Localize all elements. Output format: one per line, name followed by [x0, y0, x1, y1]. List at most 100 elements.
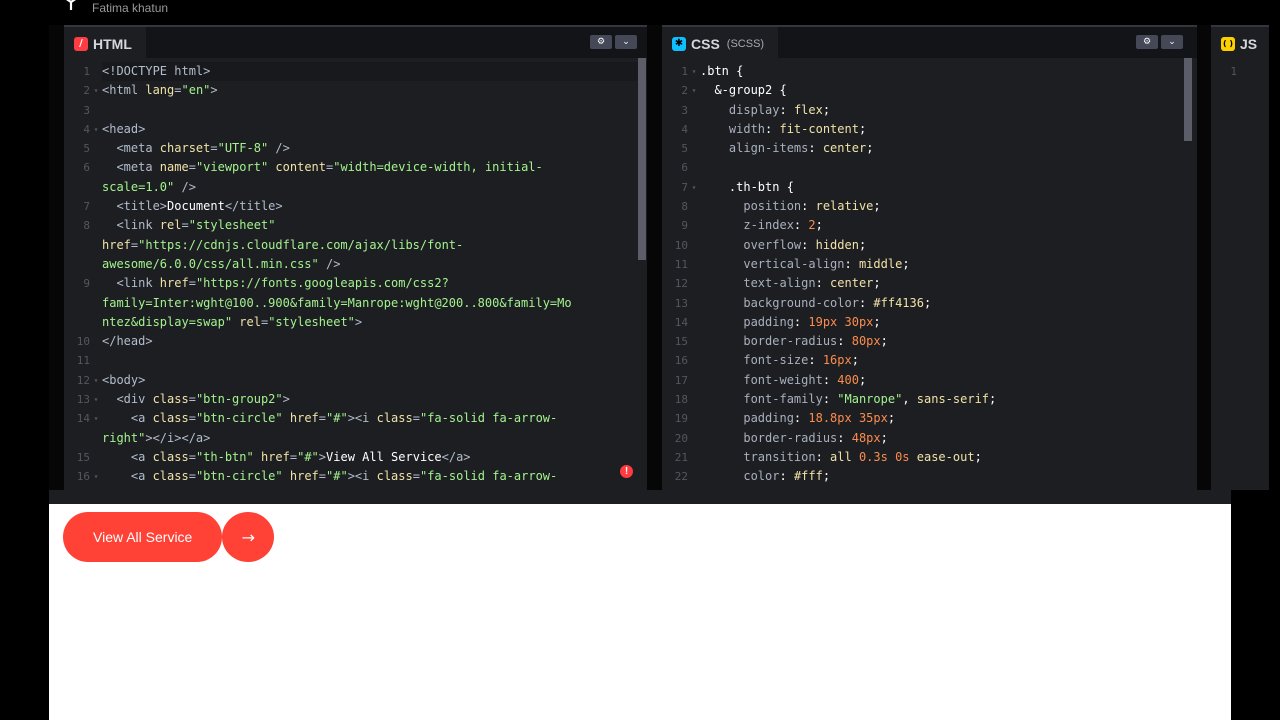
code-line[interactable]: 12 ▾ <body>: [64, 371, 647, 390]
fold-toggle-icon[interactable]: ▾: [90, 409, 102, 428]
tab-html[interactable]: / HTML: [64, 25, 146, 60]
code-line[interactable]: 16 font-size: 16px;: [662, 351, 1197, 370]
code-token: =: [181, 218, 189, 233]
author-name[interactable]: Fatima khatun: [92, 1, 168, 15]
html-error-icon[interactable]: !: [620, 465, 633, 478]
fold-toggle-icon[interactable]: ▾: [688, 81, 700, 100]
code-line[interactable]: 22 color: #fff;: [662, 467, 1197, 486]
code-line[interactable]: 11: [64, 351, 647, 370]
js-code-editor[interactable]: 1: [1211, 58, 1269, 490]
code-line[interactable]: 6: [662, 158, 1197, 177]
code-line[interactable]: 9 z-index: 2;: [662, 216, 1197, 235]
code-line[interactable]: 6 <meta name="viewport" content="width=d…: [64, 158, 647, 177]
code-line[interactable]: 18 font-family: "Manrope", sans-serif;: [662, 390, 1197, 409]
html-scrollbar[interactable]: [638, 58, 646, 260]
code-token: "https://fonts.googleapis.com/css2?: [195, 276, 449, 291]
code-line[interactable]: 17 font-weight: 400;: [662, 371, 1197, 390]
code-line[interactable]: href="https://cdnjs.cloudflare.com/ajax/…: [64, 236, 647, 255]
code-token: "stylesheet": [268, 314, 355, 329]
code-line[interactable]: 4 width: fit-content;: [662, 120, 1197, 139]
html-settings-gear-icon[interactable]: ⚙: [590, 35, 612, 49]
code-line[interactable]: 8 position: relative;: [662, 197, 1197, 216]
code-line[interactable]: 3 display: flex;: [662, 101, 1197, 120]
code-token: class: [152, 469, 189, 484]
line-number: [64, 178, 90, 197]
fold-toggle-icon[interactable]: ▾: [90, 81, 102, 100]
code-line[interactable]: 20 border-radius: 48px;: [662, 429, 1197, 448]
code-line[interactable]: 12 text-align: center;: [662, 274, 1197, 293]
code-line[interactable]: 14 padding: 19px 30px;: [662, 313, 1197, 332]
code-token: color: [700, 469, 780, 484]
code-line[interactable]: 15 border-radius: 80px;: [662, 332, 1197, 351]
code-line[interactable]: 1 ▾ .btn {: [662, 62, 1197, 81]
html-code-editor[interactable]: 1 <!DOCTYPE html> 2 ▾ <html lang="en"> 3 4 ▾ <he…: [64, 58, 647, 490]
code-line[interactable]: 5 align-items: center;: [662, 139, 1197, 158]
css-collapse-chevron-down-icon[interactable]: ⌄: [1161, 35, 1183, 49]
code-token: "width=device-width, initial-: [333, 160, 543, 175]
code-line[interactable]: 10 overflow: hidden;: [662, 236, 1197, 255]
fold-toggle-icon[interactable]: ▾: [688, 178, 700, 197]
css-code-editor[interactable]: 1 ▾ .btn {2 ▾ &-group2 {3 display: flex; 4 w…: [662, 58, 1197, 490]
css-scrollbar[interactable]: [1184, 58, 1192, 141]
code-line[interactable]: 19 padding: 18.8px 35px;: [662, 409, 1197, 428]
css-settings-gear-icon[interactable]: ⚙: [1136, 35, 1158, 49]
fold-toggle-icon: [688, 216, 700, 235]
code-line[interactable]: 1 <!DOCTYPE html>: [64, 62, 647, 82]
code-line[interactable]: scale=1.0" />: [64, 178, 647, 197]
code-line[interactable]: 3: [64, 101, 647, 120]
fold-toggle-icon[interactable]: ▾: [90, 467, 102, 486]
tab-css[interactable]: ✱ CSS (SCSS): [662, 25, 779, 60]
code-line[interactable]: 16 ▾ <a class="btn-circle" href="#"><i cl…: [64, 467, 647, 486]
fold-toggle-icon[interactable]: ▾: [90, 390, 102, 409]
code-token: font-size: [700, 353, 809, 368]
code-token: />: [174, 179, 196, 194]
html-collapse-chevron-down-icon[interactable]: ⌄: [615, 35, 637, 49]
code-line[interactable]: awesome/6.0.0/css/all.min.css" />: [64, 255, 647, 274]
code-token: "https://cdnjs.cloudflare.com/ajax/libs/…: [138, 237, 464, 252]
code-text: display: flex;: [700, 101, 1197, 120]
code-line[interactable]: 13 background-color: #ff4136;: [662, 294, 1197, 313]
code-token: :: [815, 449, 831, 464]
arrow-right-icon[interactable]: →: [222, 512, 275, 562]
code-text: awesome/6.0.0/css/all.min.css" />: [102, 255, 647, 274]
codepen-cube-icon[interactable]: [56, 0, 86, 10]
code-token: href: [102, 237, 131, 252]
code-line[interactable]: 7 <title>Document</title>: [64, 197, 647, 216]
code-line[interactable]: 2 ▾ &-group2 {: [662, 81, 1197, 100]
code-line[interactable]: 14 ▾ <a class="btn-circle" href="#"><i cl…: [64, 409, 647, 428]
code-token: transition: [700, 449, 816, 464]
code-line[interactable]: 10 </head>: [64, 332, 647, 351]
line-number: 11: [674, 257, 688, 271]
code-token: border-radius: [700, 334, 838, 349]
code-token: all: [830, 449, 859, 464]
resize-divider[interactable]: [49, 490, 1231, 504]
css-preprocessor-label: (SCSS): [726, 37, 765, 50]
fold-toggle-icon: [688, 448, 700, 467]
fold-toggle-icon[interactable]: ▾: [90, 371, 102, 390]
code-line[interactable]: 7 ▾ .th-btn {: [662, 178, 1197, 197]
code-line[interactable]: 11 vertical-align: middle;: [662, 255, 1197, 274]
code-line[interactable]: ntez&display=swap" rel="stylesheet">: [64, 313, 647, 332]
code-line[interactable]: right"></i></a>: [64, 429, 647, 448]
code-token: 0.3s 0s: [858, 449, 910, 464]
code-line[interactable]: 21 transition: all 0.3s 0s ease-out;: [662, 448, 1197, 467]
code-line[interactable]: 13 ▾ <div class="btn-group2">: [64, 390, 647, 409]
code-token: :: [793, 314, 809, 329]
code-token: rel: [159, 218, 182, 233]
code-token: =: [318, 411, 327, 426]
code-line[interactable]: 5 <meta charset="UTF-8" />: [64, 139, 647, 158]
code-line[interactable]: 15 <a class="th-btn" href="#">View All S…: [64, 448, 647, 467]
code-text: <title>Document</title>: [102, 197, 647, 216]
code-line[interactable]: family=Inter:wght@100..900&family=Manrop…: [64, 294, 647, 313]
code-line[interactable]: 1: [1211, 62, 1269, 81]
code-line[interactable]: 2 ▾ <html lang="en">: [64, 81, 647, 100]
tab-js[interactable]: ( ) JS: [1211, 25, 1269, 60]
fold-toggle-icon[interactable]: ▾: [688, 62, 700, 81]
fold-toggle-icon[interactable]: ▾: [90, 120, 102, 139]
code-line[interactable]: 8 <link rel="stylesheet": [64, 216, 647, 235]
code-line[interactable]: 4 ▾ <head>: [64, 120, 647, 139]
view-all-service-button[interactable]: View All Service: [63, 512, 223, 562]
code-line[interactable]: 9 <link href="https://fonts.googleapis.c…: [64, 274, 647, 293]
